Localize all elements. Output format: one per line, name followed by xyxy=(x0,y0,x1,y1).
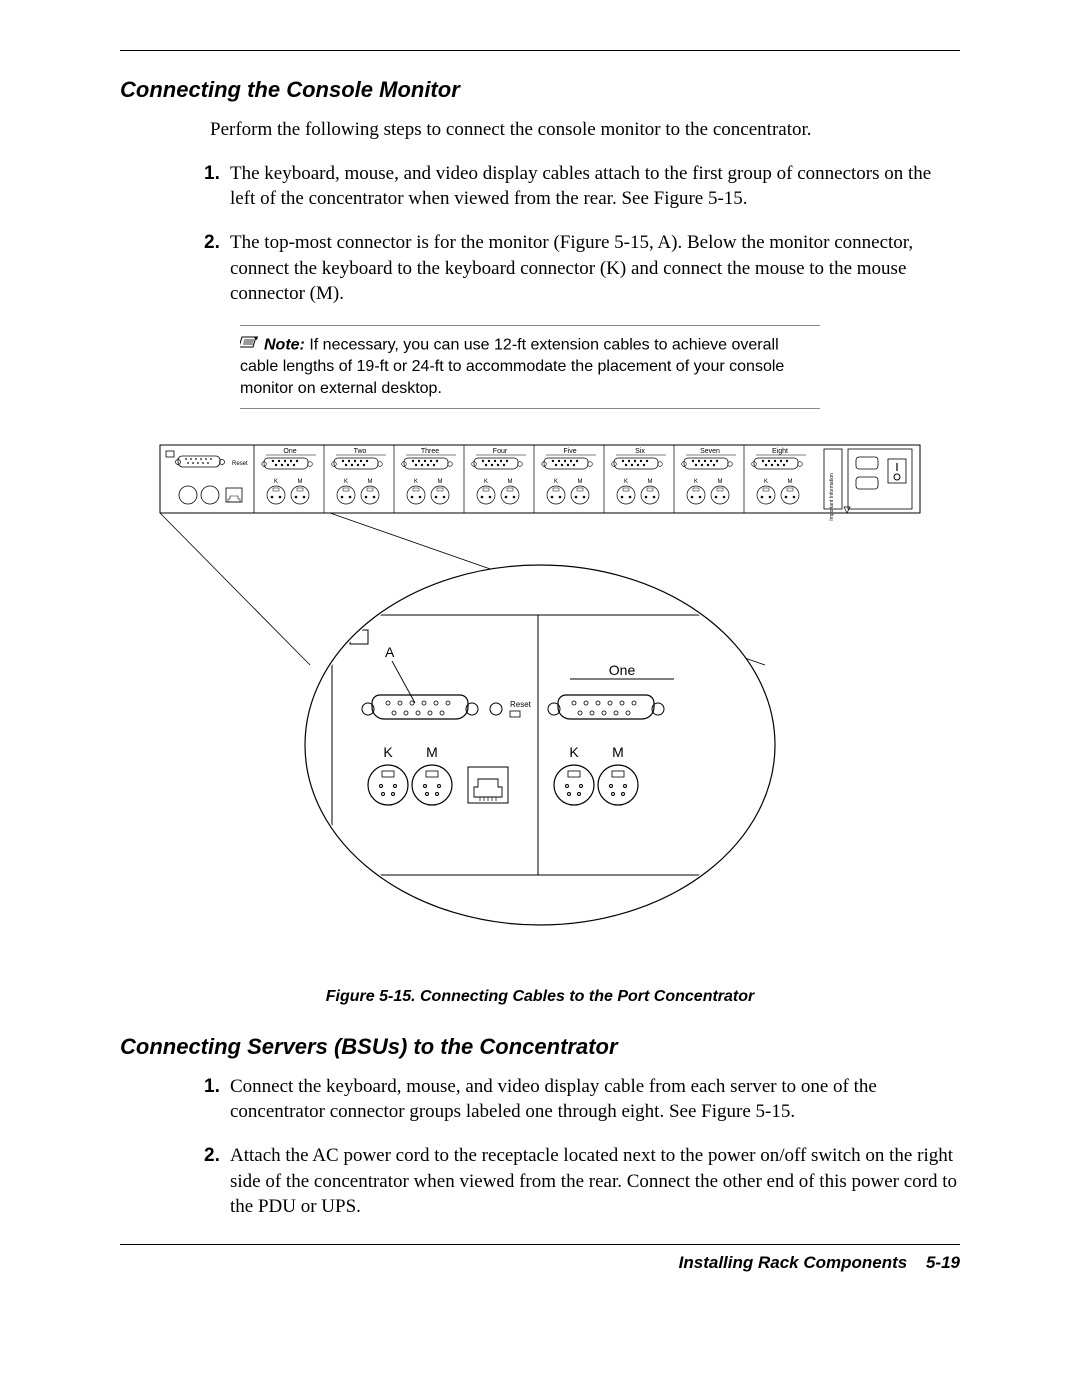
page-footer: Installing Rack Components 5-19 xyxy=(120,1253,960,1273)
svg-text:M: M xyxy=(788,479,793,485)
k-label-right: K xyxy=(569,744,579,760)
step-1-2: 2. The top-most connector is for the mon… xyxy=(210,230,960,307)
steps-list-2: 1. Connect the keyboard, mouse, and vide… xyxy=(210,1074,960,1220)
svg-text:M: M xyxy=(718,479,723,485)
step-text: Connect the keyboard, mouse, and video d… xyxy=(230,1074,960,1125)
svg-text:M: M xyxy=(648,479,653,485)
page-number: 5-19 xyxy=(926,1253,960,1272)
figure-caption: Figure 5-15. Connecting Cables to the Po… xyxy=(120,988,960,1006)
port-label: Five xyxy=(563,448,576,455)
svg-text:M: M xyxy=(578,479,583,485)
note-text: If necessary, you can use 12-ft extensio… xyxy=(240,336,784,397)
port-label: Eight xyxy=(772,448,788,455)
svg-text:K: K xyxy=(554,479,558,485)
step-1-1: 1. The keyboard, mouse, and video displa… xyxy=(210,161,960,212)
svg-text:M: M xyxy=(368,479,373,485)
reset-mini-label: Reset xyxy=(232,461,248,467)
top-rule xyxy=(120,50,960,51)
note-label: Note: xyxy=(264,336,305,353)
footer-rule: Installing Rack Components 5-19 xyxy=(120,1244,960,1273)
port-label: Two xyxy=(354,448,367,455)
step-text: The keyboard, mouse, and video display c… xyxy=(230,161,960,212)
intro-paragraph: Perform the following steps to connect t… xyxy=(210,117,960,143)
section-heading-1: Connecting the Console Monitor xyxy=(120,77,960,103)
port-label: Three xyxy=(421,448,439,455)
svg-text:K: K xyxy=(274,479,278,485)
svg-text:M: M xyxy=(298,479,303,485)
figure-5-15: Reset One K M Two K M Three K M Four K M Five K M Six K M… xyxy=(150,435,930,980)
steps-list-1: 1. The keyboard, mouse, and video displa… xyxy=(210,161,960,307)
footer-title: Installing Rack Components xyxy=(679,1253,908,1272)
svg-text:K: K xyxy=(624,479,628,485)
step-number: 2. xyxy=(204,230,230,307)
port-label: One xyxy=(283,448,296,455)
svg-text:K: K xyxy=(414,479,418,485)
port-label: Six xyxy=(635,448,645,455)
port-label: Four xyxy=(493,448,508,455)
svg-text:K: K xyxy=(484,479,488,485)
step-2-1: 1. Connect the keyboard, mouse, and vide… xyxy=(210,1074,960,1125)
m-label-left: M xyxy=(426,744,438,760)
svg-text:K: K xyxy=(694,479,698,485)
reset-label: Reset xyxy=(510,700,532,709)
note-icon xyxy=(240,334,260,357)
step-number: 1. xyxy=(204,1074,230,1125)
step-2-2: 2. Attach the AC power cord to the recep… xyxy=(210,1143,960,1220)
port-label: Seven xyxy=(700,448,720,455)
important-label: Important Information xyxy=(829,473,835,521)
m-label-right: M xyxy=(612,744,624,760)
step-text: The top-most connector is for the monito… xyxy=(230,230,960,307)
svg-text:M: M xyxy=(508,479,513,485)
k-label-left: K xyxy=(383,744,393,760)
step-text: Attach the AC power cord to the receptac… xyxy=(230,1143,960,1220)
section-heading-2: Connecting Servers (BSUs) to the Concent… xyxy=(120,1034,960,1060)
callout-a-label: A xyxy=(385,644,395,660)
step-number: 2. xyxy=(204,1143,230,1220)
svg-text:K: K xyxy=(764,479,768,485)
svg-text:K: K xyxy=(344,479,348,485)
note-block: Note: If necessary, you can use 12-ft ex… xyxy=(240,325,820,409)
svg-text:M: M xyxy=(438,479,443,485)
zoom-port-label: One xyxy=(609,662,636,678)
step-number: 1. xyxy=(204,161,230,212)
